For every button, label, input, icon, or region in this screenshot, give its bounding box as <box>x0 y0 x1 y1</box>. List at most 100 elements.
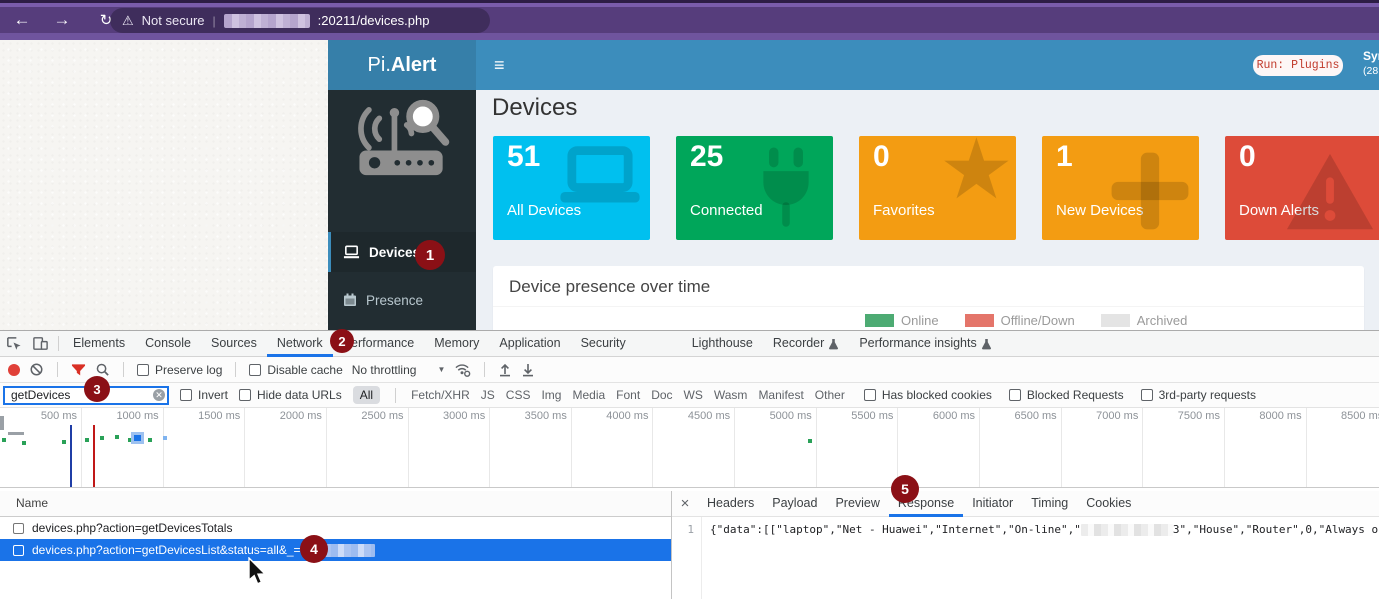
laptop-icon <box>343 245 360 259</box>
has-blocked-cookies-checkbox[interactable]: Has blocked cookies <box>864 388 992 402</box>
brand-logo[interactable]: Pi.Alert <box>328 40 476 90</box>
name-column-header[interactable]: Name <box>0 491 671 517</box>
response-content[interactable]: {"data":[["laptop","Net - Huawei","Inter… <box>702 517 1379 599</box>
row-checkbox[interactable] <box>13 545 24 556</box>
page-background <box>0 40 328 330</box>
checkbox-label: Invert <box>198 388 228 402</box>
blocked-requests-checkbox[interactable]: Blocked Requests <box>1009 388 1124 402</box>
filter-chip-other[interactable]: Other <box>815 388 845 402</box>
chart-legend: Online Offline/Down Archived <box>865 313 1187 328</box>
network-conditions-icon[interactable] <box>454 362 471 377</box>
record-network-log-icon[interactable] <box>8 364 20 376</box>
sidebar-item-presence[interactable]: Presence <box>328 280 476 320</box>
toolbar-separator <box>235 362 236 377</box>
tab-security[interactable]: Security <box>571 331 636 357</box>
card-all-devices[interactable]: 51 All Devices <box>493 136 650 240</box>
request-row[interactable]: devices.php?action=getDevicesTotals <box>0 517 671 539</box>
plug-icon <box>753 144 819 234</box>
warning-triangle-icon <box>1284 150 1376 234</box>
request-row-selected[interactable]: devices.php?action=getDevicesList&status… <box>0 539 671 561</box>
domcontentloaded-marker <box>70 425 72 487</box>
tab-elements[interactable]: Elements <box>63 331 135 357</box>
tab-network[interactable]: Network <box>267 331 333 357</box>
load-event-marker <box>93 425 95 487</box>
card-connected[interactable]: 25 Connected <box>676 136 833 240</box>
filter-chip-js[interactable]: JS <box>481 388 495 402</box>
tab-performance-insights[interactable]: Performance insights <box>849 331 1001 357</box>
export-har-icon[interactable] <box>521 362 535 377</box>
tab-application[interactable]: Application <box>489 331 570 357</box>
checkbox-icon <box>137 364 149 376</box>
clear-filter-icon[interactable]: ✕ <box>153 389 165 401</box>
checkbox-label: Has blocked cookies <box>882 388 992 402</box>
legend-item-archived[interactable]: Archived <box>1101 313 1188 328</box>
hide-data-urls-checkbox[interactable]: Hide data URLs <box>239 388 342 402</box>
card-label: Favorites <box>873 202 935 219</box>
tab-timing[interactable]: Timing <box>1022 491 1077 517</box>
tab-preview[interactable]: Preview <box>826 491 888 517</box>
tab-memory[interactable]: Memory <box>424 331 489 357</box>
back-icon[interactable]: ← <box>8 7 36 33</box>
checkbox-label: Blocked Requests <box>1027 388 1124 402</box>
tab-lighthouse[interactable]: Lighthouse <box>682 331 763 357</box>
request-dot <box>62 440 66 444</box>
legend-item-online[interactable]: Online <box>865 313 939 328</box>
tab-headers[interactable]: Headers <box>698 491 763 517</box>
filter-chip-font[interactable]: Font <box>616 388 640 402</box>
throttling-select[interactable]: No throttling ▼ <box>352 363 446 377</box>
filter-chip-fetch-xhr[interactable]: Fetch/XHR <box>411 388 470 402</box>
card-value: 0 <box>1239 140 1256 174</box>
row-checkbox[interactable] <box>13 523 24 534</box>
card-new-devices[interactable]: 1 New Devices <box>1042 136 1199 240</box>
invert-checkbox[interactable]: Invert <box>180 388 228 402</box>
legend-item-offline[interactable]: Offline/Down <box>965 313 1075 328</box>
redacted-response-value <box>1081 524 1173 536</box>
preserve-log-checkbox[interactable]: Preserve log <box>137 363 222 377</box>
close-icon[interactable]: × <box>672 495 698 512</box>
filter-chip-img[interactable]: Img <box>541 388 561 402</box>
inspect-element-icon[interactable] <box>0 331 27 357</box>
sidebar-item-devices[interactable]: Devices <box>328 232 476 272</box>
network-overview-timeline[interactable]: 500 ms 1000 ms 1500 ms 2000 ms 2500 ms 3… <box>0 408 1379 488</box>
tab-initiator[interactable]: Initiator <box>963 491 1022 517</box>
network-bottom-split: Name devices.php?action=getDevicesTotals… <box>0 491 1379 599</box>
filter-chip-doc[interactable]: Doc <box>651 388 672 402</box>
card-label: Connected <box>690 202 763 219</box>
disable-cache-checkbox[interactable]: Disable cache <box>249 363 342 377</box>
timeline-tick: 7000 ms <box>1062 408 1144 487</box>
tab-payload[interactable]: Payload <box>763 491 826 517</box>
search-icon[interactable] <box>95 362 110 377</box>
legend-label: Archived <box>1137 313 1188 328</box>
tab-sources[interactable]: Sources <box>201 331 267 357</box>
annotation-step-3: 3 <box>84 376 110 402</box>
screenshot-root: ← → ↻ ⚠ Not secure | :20211/devices.php … <box>0 0 1379 599</box>
card-down-alerts[interactable]: 0 Down Alerts <box>1225 136 1379 240</box>
filter-chip-wasm[interactable]: Wasm <box>714 388 748 402</box>
address-bar[interactable]: ⚠ Not secure | :20211/devices.php <box>110 8 490 33</box>
tab-recorder[interactable]: Recorder <box>763 331 849 357</box>
filter-icon[interactable] <box>71 363 86 377</box>
filter-chip-css[interactable]: CSS <box>506 388 531 402</box>
app-navbar: ≡ Run: Plugins Syn (28, <box>476 40 1379 90</box>
tab-cookies[interactable]: Cookies <box>1077 491 1140 517</box>
tab-console[interactable]: Console <box>135 331 201 357</box>
filter-chip-ws[interactable]: WS <box>684 388 703 402</box>
filter-chip-all[interactable]: All <box>353 386 380 404</box>
forward-icon[interactable]: → <box>48 7 76 33</box>
card-favorites[interactable]: 0 Favorites ★ <box>859 136 1016 240</box>
filter-chip-media[interactable]: Media <box>572 388 605 402</box>
page-title: Devices <box>492 94 577 122</box>
checkbox-label: 3rd-party requests <box>1159 388 1256 402</box>
import-har-icon[interactable] <box>498 362 512 377</box>
request-dot <box>163 436 167 440</box>
clear-network-log-icon[interactable] <box>29 362 44 377</box>
third-party-requests-checkbox[interactable]: 3rd-party requests <box>1141 388 1256 402</box>
calendar-icon <box>343 293 357 307</box>
hamburger-menu-icon[interactable]: ≡ <box>494 54 505 76</box>
filter-chip-manifest[interactable]: Manifest <box>758 388 803 402</box>
run-plugins-button[interactable]: Run: Plugins <box>1253 55 1343 76</box>
toolbar-separator <box>395 388 396 403</box>
toolbar-separator <box>123 362 124 377</box>
device-toolbar-icon[interactable] <box>27 331 54 357</box>
annotation-step-4: 4 <box>300 535 328 563</box>
